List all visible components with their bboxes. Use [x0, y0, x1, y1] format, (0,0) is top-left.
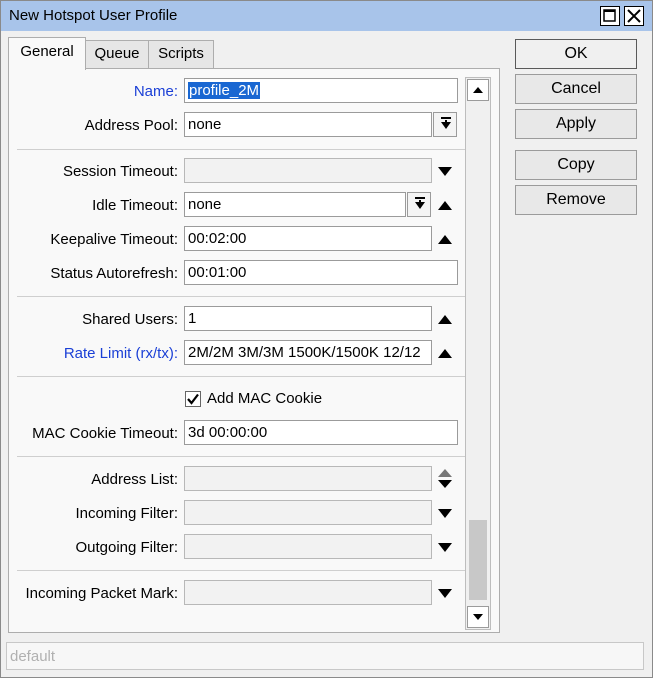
window-title: New Hotspot User Profile [9, 7, 178, 24]
incoming-filter-input[interactable] [184, 500, 432, 525]
expand-down-icon[interactable] [437, 541, 453, 555]
ok-button[interactable]: OK [515, 39, 637, 69]
add-mac-cookie-checkbox[interactable] [185, 391, 201, 407]
session-timeout-label: Session Timeout: [62, 163, 178, 180]
keepalive-timeout-input[interactable]: 00:02:00 [184, 226, 432, 251]
remove-button[interactable]: Remove [515, 185, 637, 215]
tab-general[interactable]: General [8, 37, 86, 70]
expand-down-icon[interactable] [437, 507, 453, 521]
shared-users-input[interactable]: 1 [184, 306, 432, 331]
rate-limit-input[interactable]: 2M/2M 3M/3M 1500K/1500K 12/12 [184, 340, 432, 365]
scroll-down-button[interactable] [467, 606, 489, 628]
separator [17, 296, 466, 297]
copy-button[interactable]: Copy [515, 150, 637, 180]
title-bar[interactable]: New Hotspot User Profile [1, 1, 652, 31]
incoming-filter-label: Incoming Filter: [75, 505, 178, 522]
address-pool-value: none [188, 116, 222, 133]
status-autorefresh-input[interactable]: 00:01:00 [184, 260, 458, 285]
separator [17, 570, 466, 571]
dropdown-icon [441, 117, 451, 129]
status-autorefresh-label: Status Autorefresh: [50, 265, 178, 282]
status-bar: default [6, 642, 644, 670]
scrollbar-thumb[interactable] [469, 520, 487, 600]
address-list-input[interactable] [184, 466, 432, 491]
session-timeout-input[interactable] [184, 158, 432, 183]
separator [17, 376, 466, 377]
tab-queue[interactable]: Queue [85, 40, 149, 69]
mac-cookie-timeout-input[interactable]: 3d 00:00:00 [184, 420, 458, 445]
rate-limit-value: 2M/2M 3M/3M 1500K/1500K 12/12 [188, 344, 421, 361]
expand-down-icon[interactable] [437, 165, 453, 179]
maximize-button[interactable] [600, 6, 620, 26]
tab-scripts[interactable]: Scripts [148, 40, 214, 69]
idle-timeout-dropdown-button[interactable] [407, 192, 431, 217]
arrow-up-icon [473, 87, 483, 93]
close-button[interactable] [624, 6, 644, 26]
up-down-icon[interactable] [437, 468, 453, 490]
cancel-button[interactable]: Cancel [515, 74, 637, 104]
dialog-window: New Hotspot User Profile General Queue S… [0, 0, 653, 678]
incoming-packet-mark-input[interactable] [184, 580, 432, 605]
rate-limit-label: Rate Limit (rx/tx): [63, 345, 178, 362]
mac-cookie-timeout-value: 3d 00:00:00 [188, 424, 268, 441]
idle-timeout-select[interactable]: none [184, 192, 406, 217]
outgoing-filter-label: Outgoing Filter: [75, 539, 178, 556]
status-autorefresh-value: 00:01:00 [188, 264, 247, 281]
add-mac-cookie-label[interactable]: Add MAC Cookie [207, 390, 322, 407]
collapse-up-icon[interactable] [437, 347, 453, 361]
collapse-up-icon[interactable] [437, 199, 453, 213]
outgoing-filter-input[interactable] [184, 534, 432, 559]
separator [17, 456, 466, 457]
address-pool-select[interactable]: none [184, 112, 432, 137]
arrow-down-icon [473, 614, 483, 620]
general-panel: Name: profile_2M Address Pool: none Sess… [8, 68, 500, 633]
checkmark-icon [187, 393, 199, 405]
collapse-up-icon[interactable] [437, 233, 453, 247]
vertical-scrollbar[interactable] [465, 77, 491, 630]
keepalive-timeout-value: 00:02:00 [188, 230, 247, 247]
name-value: profile_2M [188, 82, 261, 99]
close-icon [627, 9, 641, 23]
idle-timeout-label: Idle Timeout: [92, 197, 178, 214]
expand-down-icon[interactable] [437, 587, 453, 601]
dropdown-icon [415, 197, 425, 209]
collapse-up-icon[interactable] [437, 313, 453, 327]
scroll-up-button[interactable] [467, 79, 489, 101]
shared-users-label: Shared Users: [82, 311, 178, 328]
shared-users-value: 1 [188, 310, 197, 327]
idle-timeout-value: none [188, 196, 222, 213]
name-input[interactable]: profile_2M [184, 78, 458, 103]
name-label: Name: [133, 83, 178, 100]
address-list-label: Address List: [91, 471, 178, 488]
address-pool-dropdown-button[interactable] [433, 112, 457, 137]
keepalive-timeout-label: Keepalive Timeout: [50, 231, 178, 248]
incoming-packet-mark-label: Incoming Packet Mark: [25, 585, 178, 602]
apply-button[interactable]: Apply [515, 109, 637, 139]
mac-cookie-timeout-label: MAC Cookie Timeout: [32, 425, 178, 442]
maximize-icon [603, 9, 616, 22]
address-pool-label: Address Pool: [84, 117, 178, 134]
separator [17, 149, 466, 150]
